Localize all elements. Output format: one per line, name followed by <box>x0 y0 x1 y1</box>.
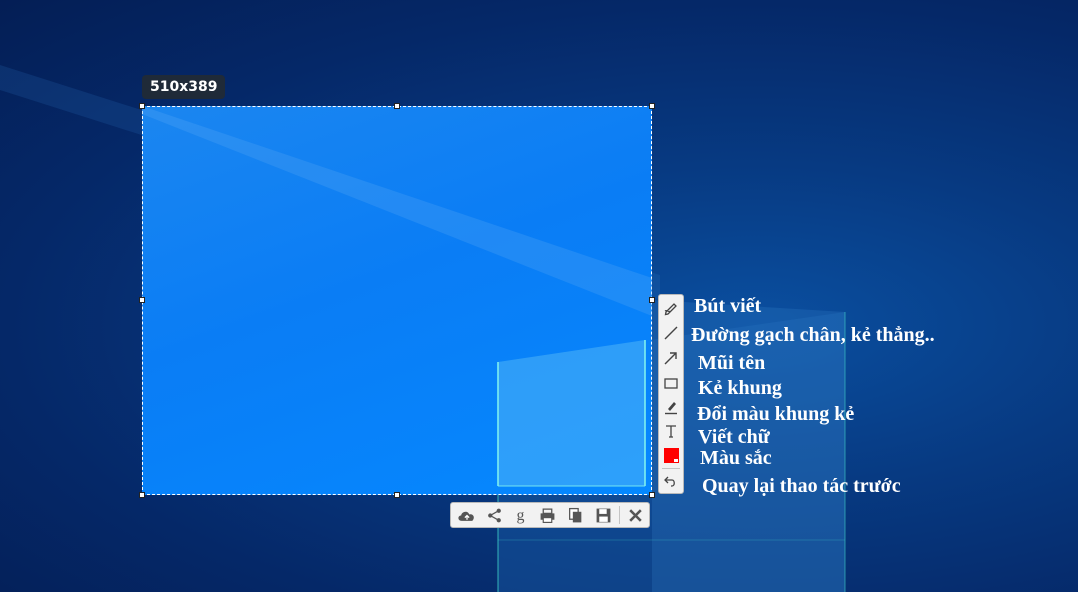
google-search-button[interactable]: g <box>510 506 530 524</box>
toolbar-divider <box>619 506 620 524</box>
line-tool-button[interactable] <box>662 323 680 343</box>
marker-tool-button[interactable] <box>662 397 680 417</box>
undo-button[interactable] <box>662 471 680 491</box>
toolbar-divider <box>662 468 680 469</box>
resize-handle-right[interactable] <box>649 297 655 303</box>
selected-wallpaper-preview <box>142 106 652 487</box>
selection-size-badge: 510x389 <box>142 75 226 99</box>
svg-text:g: g <box>516 507 524 524</box>
annotation-undo: Quay lại thao tác trước <box>702 475 901 497</box>
annotation-arrow: Mũi tên <box>698 352 766 374</box>
annotation-line: Đường gạch chân, kẻ thẳng.. <box>691 324 935 346</box>
annotation-frame-color: Đổi màu khung kẻ <box>697 403 855 425</box>
action-toolbar: g <box>450 502 650 528</box>
color-picker-button[interactable] <box>662 445 680 465</box>
save-icon <box>596 508 610 522</box>
annotation-text: Viết chữ <box>698 426 770 448</box>
resize-handle-bottom[interactable] <box>394 492 400 498</box>
close-button[interactable] <box>625 506 645 524</box>
print-icon <box>540 507 554 523</box>
marker-icon <box>665 402 677 415</box>
pencil-icon <box>664 303 677 316</box>
rectangle-icon <box>664 378 678 389</box>
copy-button[interactable] <box>565 506 585 524</box>
line-icon <box>664 326 678 340</box>
color-swatch <box>663 447 679 463</box>
resize-handle-top-left[interactable] <box>139 103 145 109</box>
drawing-toolbar <box>658 294 684 494</box>
copy-icon <box>568 507 581 522</box>
arrow-tool-button[interactable] <box>662 348 680 368</box>
share-icon <box>487 508 501 522</box>
save-button[interactable] <box>593 506 613 524</box>
google-search-icon: g <box>516 507 524 524</box>
text-icon <box>666 425 676 438</box>
upload-button[interactable] <box>455 506 479 524</box>
resize-handle-left[interactable] <box>139 297 145 303</box>
resize-handle-bottom-right[interactable] <box>649 492 655 498</box>
resize-handle-top-right[interactable] <box>649 103 655 109</box>
resize-handle-bottom-left[interactable] <box>139 492 145 498</box>
text-tool-button[interactable] <box>662 421 680 441</box>
pencil-tool-button[interactable] <box>662 298 680 318</box>
capture-selection-area[interactable] <box>142 106 652 495</box>
arrow-icon <box>664 352 677 365</box>
resize-handle-top[interactable] <box>394 103 400 109</box>
annotation-pen: Bút viết <box>694 295 762 317</box>
close-icon <box>628 508 642 522</box>
print-button[interactable] <box>537 506 557 524</box>
annotation-color: Màu sắc <box>700 447 772 469</box>
annotation-frame: Kẻ khung <box>698 377 782 399</box>
rectangle-tool-button[interactable] <box>662 373 680 393</box>
undo-icon <box>664 476 675 487</box>
share-button[interactable] <box>484 506 504 524</box>
upload-cloud-icon <box>458 511 474 521</box>
